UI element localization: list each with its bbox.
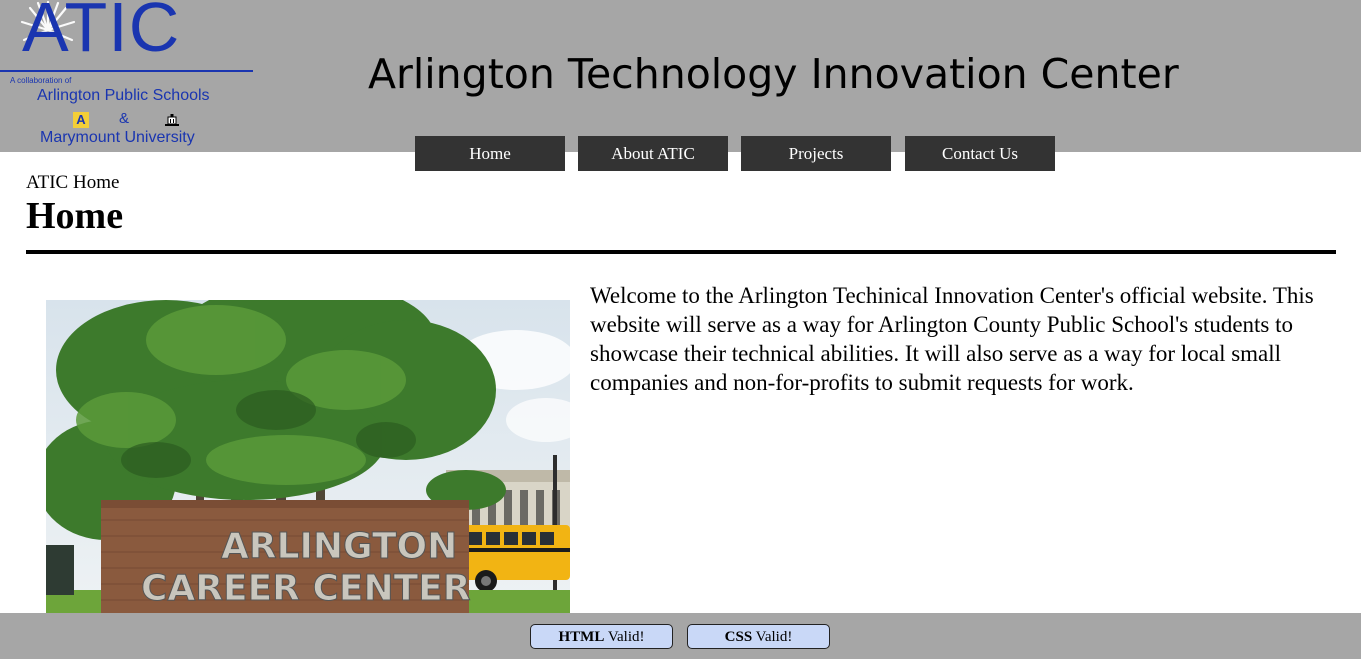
nav-contact-button[interactable]: Contact Us [905,136,1055,171]
page: ATIC A collaboration of Arlington Public… [0,0,1361,659]
site-footer: HTML Valid! CSS Valid! [0,613,1361,659]
aps-badge-icon: A [73,112,89,128]
logo-university-name: Marymount University [40,129,195,146]
nav-home-button[interactable]: Home [415,136,565,171]
logo-divider [0,70,253,72]
logo-collab-text: A collaboration of [10,76,72,85]
css-badge-text: Valid! [755,629,793,645]
nav-projects-button[interactable]: Projects [741,136,891,171]
sign-line-1: ARLINGTON [221,526,457,567]
career-center-illustration: ARLINGTON CAREER CENTER [46,300,570,613]
intro-paragraph: Welcome to the Arlington Techinical Inno… [590,283,1314,395]
marymount-building-icon [165,114,179,126]
html-valid-badge[interactable]: HTML Valid! [530,624,673,649]
logo-school-name: Arlington Public Schools [37,87,210,104]
sign-line-2: CAREER CENTER [141,568,470,609]
css-valid-badge[interactable]: CSS Valid! [687,624,830,649]
logo-ampersand: & [119,110,130,127]
breadcrumb: ATIC Home [26,172,120,193]
atic-logo[interactable]: ATIC A collaboration of Arlington Public… [0,0,255,152]
site-title: Arlington Technology Innovation Center [368,50,1179,98]
site-header: ATIC A collaboration of Arlington Public… [0,0,1361,152]
css-badge-strong: CSS [724,629,753,645]
html-badge-text: Valid! [607,629,645,645]
page-heading: Home [26,195,124,237]
heading-divider [26,250,1336,254]
career-center-photo: ARLINGTON CAREER CENTER [46,300,570,613]
nav-about-button[interactable]: About ATIC [578,136,728,171]
html-badge-strong: HTML [558,629,605,645]
logo-wordmark: ATIC [22,0,181,66]
